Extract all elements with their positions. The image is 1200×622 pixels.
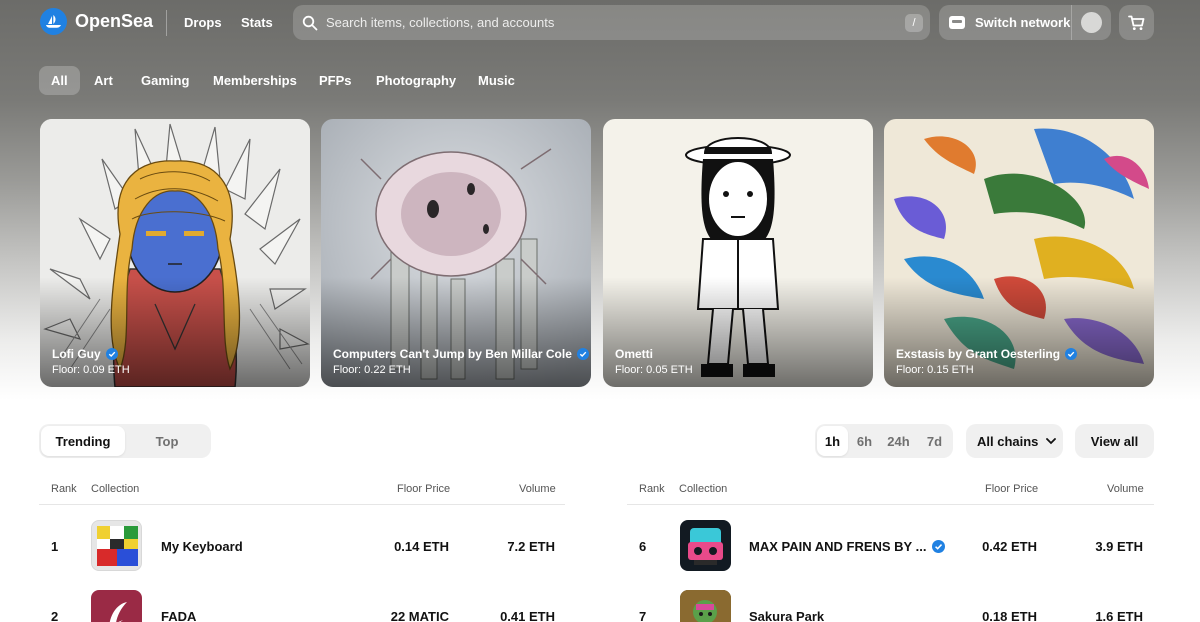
chains-dropdown[interactable]: All chains xyxy=(966,424,1063,458)
time-6h[interactable]: 6h xyxy=(849,426,880,456)
category-gaming[interactable]: Gaming xyxy=(129,66,201,95)
tab-trending[interactable]: Trending xyxy=(41,426,125,456)
featured-floor: Floor: 0.15 ETH xyxy=(896,364,974,376)
nav-divider xyxy=(166,10,167,36)
featured-card-ometti[interactable]: Ometti Floor: 0.05 ETH xyxy=(603,119,873,387)
collection-name: Sakura Park xyxy=(749,609,825,622)
collection-thumbnail xyxy=(680,520,731,571)
header-collection: Collection xyxy=(679,483,728,495)
tab-top[interactable]: Top xyxy=(125,426,209,456)
row-volume: 3.9 ETH xyxy=(1095,539,1143,554)
category-memberships[interactable]: Memberships xyxy=(201,66,309,95)
featured-card-exstasis[interactable]: Exstasis by Grant Oesterling Floor: 0.15… xyxy=(884,119,1154,387)
header-volume: Volume xyxy=(519,483,556,495)
header-floor-price: Floor Price xyxy=(397,483,451,495)
collection-name: MAX PAIN AND FRENS BY ... xyxy=(749,539,946,554)
featured-card-computers-cant-jump[interactable]: Computers Can't Jump by Ben Millar Cole … xyxy=(321,119,591,387)
search-bar[interactable]: / xyxy=(293,5,930,40)
table-divider xyxy=(627,504,1154,505)
row-floor-price: 0.14 ETH xyxy=(394,539,449,554)
ranking-tabs: Trending Top xyxy=(39,424,211,458)
time-7d[interactable]: 7d xyxy=(919,426,950,456)
category-photography[interactable]: Photography xyxy=(364,66,468,95)
table-divider xyxy=(39,504,565,505)
cart-icon xyxy=(1128,15,1145,30)
row-floor-price: 22 MATIC xyxy=(390,609,449,622)
collection-thumbnail xyxy=(91,590,142,622)
row-rank: 7 xyxy=(639,609,647,622)
opensea-logo[interactable]: OpenSea xyxy=(40,8,153,35)
category-pfps[interactable]: PFPs xyxy=(307,66,364,95)
row-floor-price: 0.42 ETH xyxy=(982,539,1037,554)
opensea-boat-icon xyxy=(40,8,67,35)
featured-name: Computers Can't Jump by Ben Millar Cole xyxy=(333,347,589,361)
profile-avatar[interactable] xyxy=(1081,12,1102,33)
row-volume: 7.2 ETH xyxy=(507,539,555,554)
header-floor-price: Floor Price xyxy=(985,483,1039,495)
row-floor-price: 0.18 ETH xyxy=(982,609,1037,622)
featured-floor: Floor: 0.09 ETH xyxy=(52,364,130,376)
cart-button[interactable] xyxy=(1119,5,1154,40)
featured-floor: Floor: 0.22 ETH xyxy=(333,364,411,376)
wallet-icon xyxy=(949,16,965,29)
verified-badge-icon xyxy=(1065,348,1078,360)
brand-name: OpenSea xyxy=(75,11,154,31)
nav-drops[interactable]: Drops xyxy=(184,15,222,30)
view-all-button[interactable]: View all xyxy=(1075,424,1154,458)
time-24h[interactable]: 24h xyxy=(883,426,914,456)
search-icon xyxy=(302,15,318,30)
category-all[interactable]: All xyxy=(39,66,80,95)
time-range-selector: 1h 6h 24h 7d xyxy=(815,424,953,458)
verified-badge-icon xyxy=(576,348,589,360)
header-rank: Rank xyxy=(51,483,77,495)
row-volume: 1.6 ETH xyxy=(1095,609,1143,622)
wallet-divider xyxy=(1071,5,1072,40)
verified-badge-icon xyxy=(105,348,118,360)
chains-label: All chains xyxy=(977,433,1039,449)
category-music[interactable]: Music xyxy=(466,66,527,95)
collection-name: FADA xyxy=(161,609,197,622)
switch-network-label: Switch network xyxy=(975,15,1071,30)
top-nav: OpenSea Drops Stats / Switch network xyxy=(0,0,1200,46)
row-rank: 1 xyxy=(51,539,59,554)
featured-card-lofi-guy[interactable]: Lofi Guy Floor: 0.09 ETH xyxy=(40,119,310,387)
featured-name: Exstasis by Grant Oesterling xyxy=(896,347,1078,361)
featured-floor: Floor: 0.05 ETH xyxy=(615,364,693,376)
row-rank: 2 xyxy=(51,609,59,622)
category-art[interactable]: Art xyxy=(82,66,125,95)
row-rank: 6 xyxy=(639,539,647,554)
collection-thumbnail xyxy=(91,520,142,571)
featured-name: Ometti xyxy=(615,347,654,361)
header-rank: Rank xyxy=(639,483,665,495)
nav-stats[interactable]: Stats xyxy=(241,15,273,30)
search-shortcut-key: / xyxy=(905,13,923,32)
chevron-down-icon xyxy=(1046,437,1057,444)
search-input[interactable] xyxy=(326,15,905,30)
time-1h[interactable]: 1h xyxy=(817,426,848,456)
row-volume: 0.41 ETH xyxy=(500,609,555,622)
header-collection: Collection xyxy=(91,483,140,495)
header-volume: Volume xyxy=(1107,483,1144,495)
collection-name: My Keyboard xyxy=(161,539,243,554)
featured-name: Lofi Guy xyxy=(52,347,118,361)
collection-thumbnail xyxy=(680,590,731,622)
